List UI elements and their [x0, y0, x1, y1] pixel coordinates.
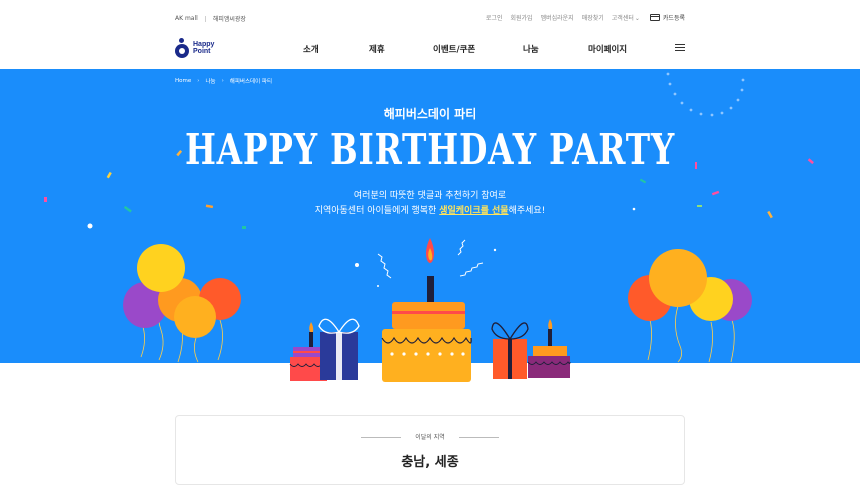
- hero-title: HAPPY BIRTHDAY PARTY: [184, 125, 676, 174]
- signup-link[interactable]: 회원가입: [510, 13, 532, 22]
- chevron-right-icon: ›: [221, 78, 224, 84]
- region-label: 이달의 지역: [176, 432, 684, 441]
- hero-subtitle: 해피버스데이 파티: [383, 107, 477, 121]
- divider: [204, 15, 206, 22]
- highlight-text: 생일케이크를 선물: [439, 206, 509, 216]
- breadcrumb: Home › 나눔 › 해피버스데이 파티: [175, 77, 272, 85]
- breadcrumb-current: 해피버스데이 파티: [229, 79, 273, 85]
- region-card: 이달의 지역 충남, 세종: [175, 415, 685, 485]
- breadcrumb-home[interactable]: Home: [175, 78, 191, 84]
- logo-text-happy: Happy: [193, 41, 215, 48]
- nav-mypage[interactable]: 마이페이지: [588, 43, 627, 55]
- nav-partners[interactable]: 제휴: [369, 43, 385, 55]
- nav-sharing[interactable]: 나눔: [523, 43, 539, 55]
- breadcrumb-sharing[interactable]: 나눔: [205, 77, 215, 85]
- global-nav: Happy Point 소개 제휴 이벤트/쿠폰 나눔 마이페이지: [0, 36, 860, 69]
- happy-point-logo[interactable]: Happy Point: [175, 38, 214, 58]
- nav-intro[interactable]: 소개: [303, 43, 319, 55]
- region-name: 충남, 세종: [401, 455, 459, 470]
- member-links: 로그인 회원가입 멤버십라운지 매장찾기 고객센터 카드등록: [478, 13, 685, 22]
- logo-icon: [175, 38, 189, 58]
- akmall-link[interactable]: AK mall: [175, 15, 198, 22]
- membership-lounge-link[interactable]: 멤버십라운지: [541, 13, 574, 22]
- nav-events-coupons[interactable]: 이벤트/쿠폰: [433, 43, 475, 55]
- logo-text-point: Point: [193, 48, 211, 55]
- hero-desc-line1: 여러분의 따뜻한 댓글과 추천하기 참여로: [353, 191, 507, 201]
- hero-banner: Home › 나눔 › 해피버스데이 파티 해피버스데이 파티 HAPPY BI…: [0, 69, 860, 363]
- store-finder-link[interactable]: 매장찾기: [582, 13, 604, 22]
- chevron-right-icon: ›: [197, 78, 200, 84]
- hero-desc-line2: 지역아동센터 아이들에게 행복한 생일케이크를 선물해주세요!: [314, 206, 546, 216]
- card-icon: [649, 14, 660, 21]
- customer-center-dropdown[interactable]: 고객센터: [612, 13, 640, 22]
- utility-bar: AK mall 해피앰씨광장 로그인 회원가입 멤버십라운지 매장찾기 고객센터…: [0, 0, 860, 36]
- hero-description: 여러분의 따뜻한 댓글과 추천하기 참여로 지역아동센터 아이들에게 행복한 생…: [0, 189, 860, 219]
- family-links: AK mall 해피앰씨광장: [175, 14, 246, 23]
- login-link[interactable]: 로그인: [486, 13, 503, 22]
- card-register-label: 카드등록: [662, 15, 685, 22]
- happy-square-link[interactable]: 해피앰씨광장: [213, 14, 246, 23]
- card-register-button[interactable]: 카드등록: [649, 13, 685, 22]
- menu-icon[interactable]: [675, 44, 685, 51]
